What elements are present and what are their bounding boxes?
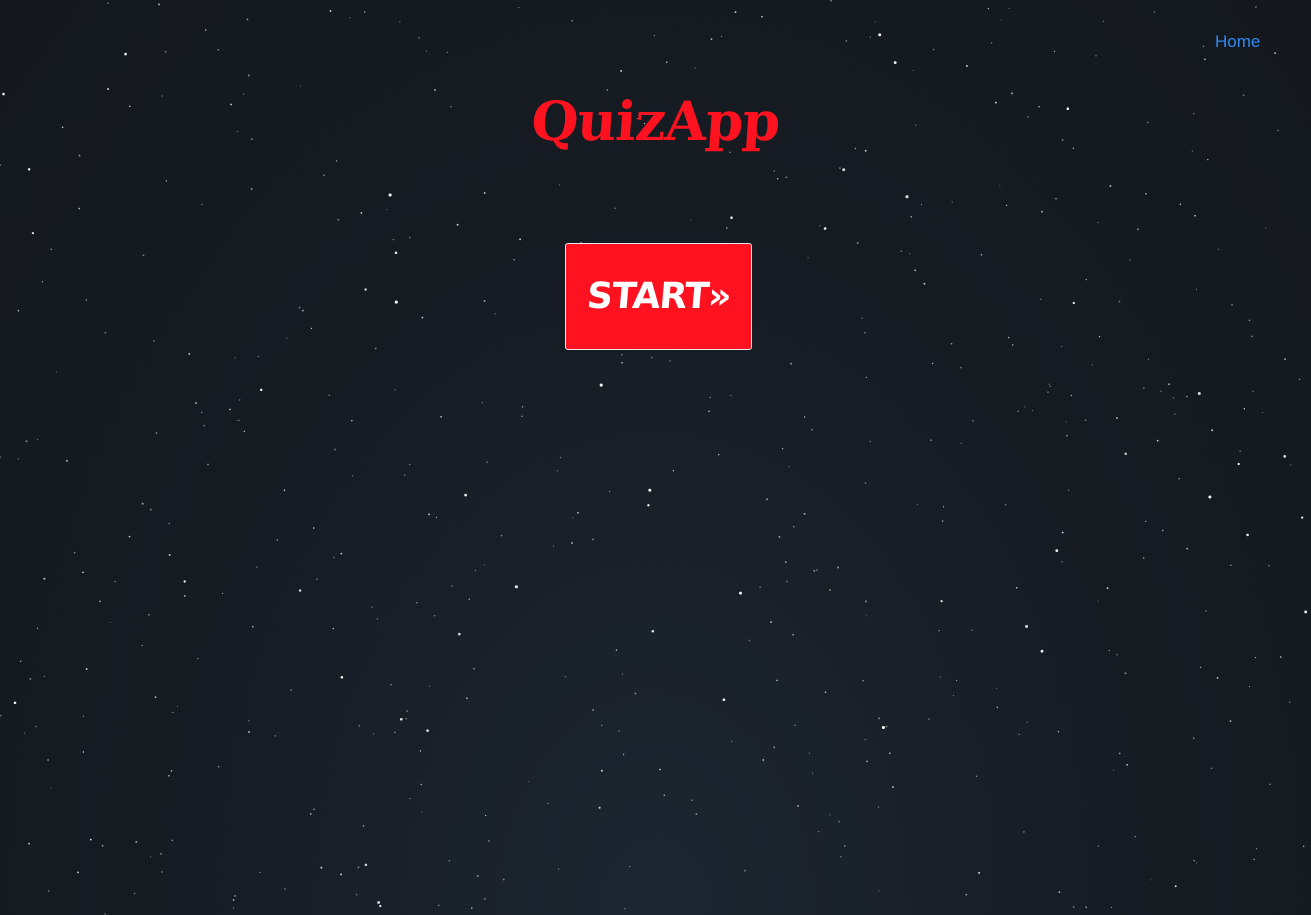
nav-home-link[interactable]: Home — [1215, 31, 1260, 53]
page-title: QuizApp — [529, 89, 782, 153]
start-button[interactable]: START» — [565, 243, 752, 350]
start-button-label: START» — [584, 276, 733, 317]
